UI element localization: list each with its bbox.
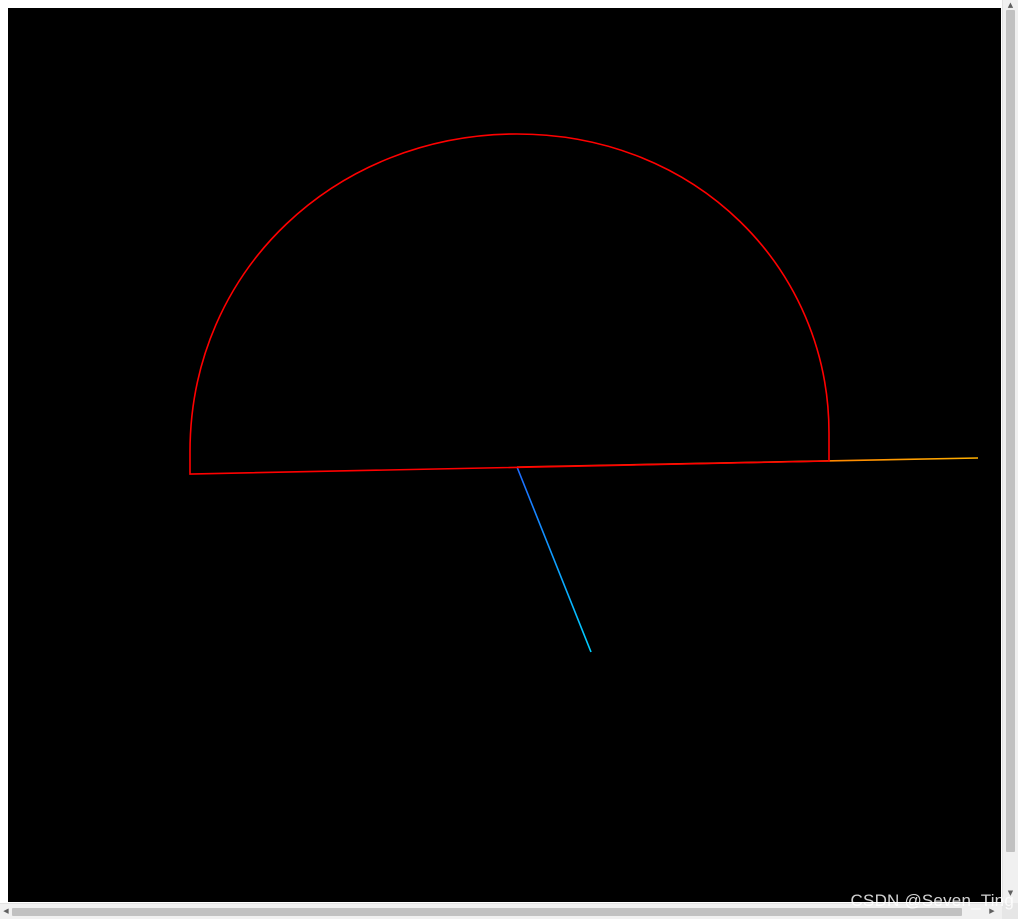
- horizontal-scroll-thumb[interactable]: [12, 908, 962, 916]
- scroll-up-arrow-icon[interactable]: ▲: [1003, 0, 1018, 10]
- webgl-canvas[interactable]: [8, 8, 1001, 902]
- browser-viewport: ▲ ▼ ◀ ▶ CSDN @Seven_Ting: [0, 0, 1018, 919]
- scroll-left-arrow-icon[interactable]: ◀: [0, 904, 12, 919]
- vertical-scroll-thumb[interactable]: [1006, 10, 1015, 852]
- scene-svg: [189, 8, 979, 653]
- vertical-scrollbar[interactable]: ▲ ▼: [1002, 0, 1018, 919]
- watermark-text: CSDN @Seven_Ting: [850, 891, 1014, 910]
- z-axis-line: [516, 466, 592, 653]
- semicircle-outline: [189, 133, 830, 475]
